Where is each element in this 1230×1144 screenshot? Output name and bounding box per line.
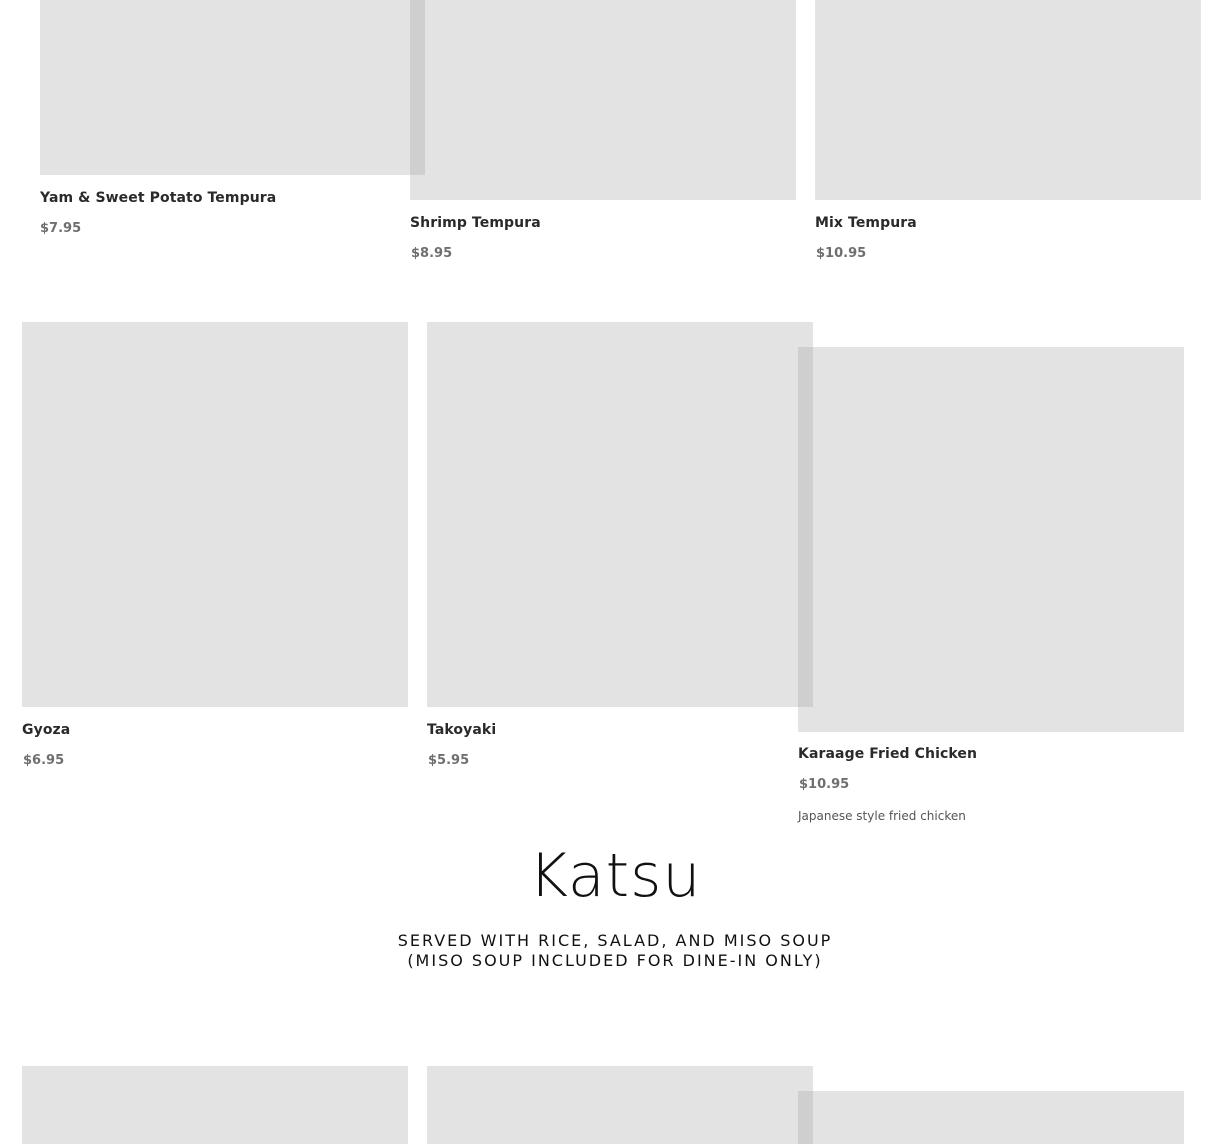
item-description-karaage-fried-chicken: Japanese style fried chicken [798, 809, 966, 823]
item-price-shrimp-tempura: $8.95 [411, 246, 453, 261]
item-image-shrimp-tempura-edge [410, 175, 425, 200]
item-image-katsu-1[interactable] [22, 1066, 408, 1144]
item-image-karaage-fried-chicken-edge [798, 707, 813, 732]
item-price-mix-tempura: $10.95 [816, 246, 867, 261]
item-name-yam-sweet-potato-tempura[interactable]: Yam & Sweet Potato Tempura [40, 190, 276, 206]
item-name-karaage-fried-chicken[interactable]: Karaage Fried Chicken [798, 746, 977, 762]
item-image-katsu-3[interactable] [813, 1091, 1184, 1144]
section-subtitle-line2: (MISO SOUP INCLUDED FOR DINE-IN ONLY) [407, 951, 823, 970]
item-price-gyoza: $6.95 [23, 753, 65, 768]
item-name-takoyaki[interactable]: Takoyaki [427, 722, 496, 738]
item-price-karaage-fried-chicken: $10.95 [799, 777, 850, 792]
item-image-takoyaki[interactable] [427, 322, 798, 707]
item-name-shrimp-tempura[interactable]: Shrimp Tempura [410, 215, 541, 231]
item-image-katsu-2-edge [798, 1066, 813, 1091]
section-subtitle-line1: SERVED WITH RICE, SALAD, AND MISO SOUP [397, 931, 833, 950]
item-price-yam-sweet-potato-tempura: $7.95 [40, 221, 82, 236]
image-overlap-shadow [798, 1091, 813, 1144]
item-image-shrimp-tempura[interactable] [425, 0, 796, 200]
item-image-katsu-2[interactable] [427, 1066, 798, 1144]
item-name-mix-tempura[interactable]: Mix Tempura [815, 215, 917, 231]
section-title: Katsu [528, 841, 702, 911]
image-overlap-shadow [410, 0, 425, 175]
item-image-karaage-fried-chicken[interactable] [813, 347, 1184, 732]
item-image-takoyaki-edge [798, 322, 813, 347]
item-name-gyoza[interactable]: Gyoza [22, 722, 70, 738]
item-image-yam-sweet-potato-tempura[interactable] [40, 0, 425, 175]
item-image-gyoza[interactable] [22, 322, 408, 707]
image-overlap-shadow [798, 347, 813, 707]
item-image-mix-tempura[interactable] [815, 0, 1201, 200]
item-price-takoyaki: $5.95 [428, 753, 470, 768]
